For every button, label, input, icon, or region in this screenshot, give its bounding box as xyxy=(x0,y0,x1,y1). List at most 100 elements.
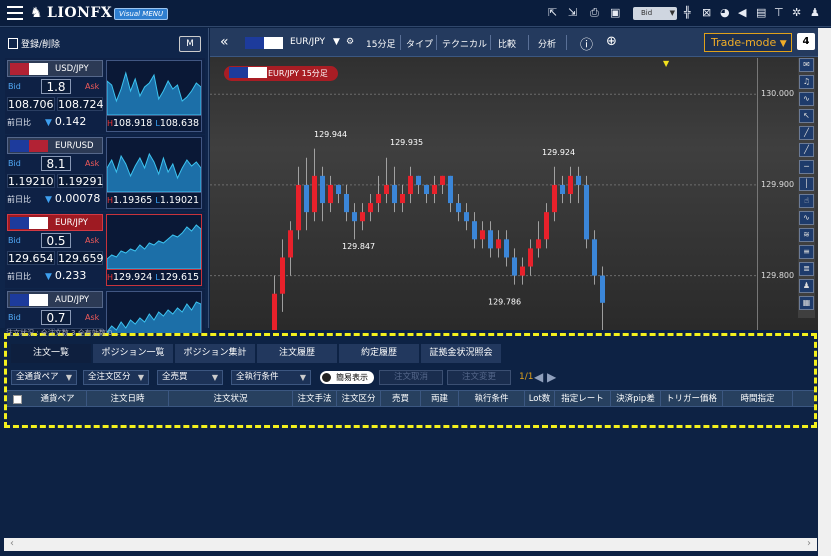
column-header[interactable]: 両建 xyxy=(421,391,459,407)
orders-tab[interactable]: 証拠金状況照会 xyxy=(421,344,501,363)
draw-tool-icon[interactable]: ∿ xyxy=(799,92,814,106)
chart-count-button[interactable]: 4 xyxy=(797,33,815,50)
column-header[interactable]: 注文状況 xyxy=(169,391,293,407)
target-icon[interactable]: ⊕ xyxy=(606,34,617,49)
bid-price-button[interactable]: 1.19210 xyxy=(7,174,55,188)
simple-view-toggle[interactable]: 簡易表示 xyxy=(320,371,374,384)
next-page-icon[interactable]: ▶ xyxy=(547,370,559,385)
gear-icon[interactable]: ✲ xyxy=(792,7,801,19)
draw-tool-icon[interactable]: ♫ xyxy=(799,75,814,89)
rate-card[interactable]: EUR/USD Bid Ask 8.1 1.192101.19291 前日比 0.00078… xyxy=(5,135,205,211)
column-header[interactable]: 決済pip差 xyxy=(611,391,661,407)
chart-type-button[interactable]: タイプ xyxy=(406,37,433,50)
draw-tool-icon[interactable]: ≡ xyxy=(799,245,814,259)
draw-tool-icon[interactable]: │ xyxy=(799,177,814,191)
horizontal-scrollbar[interactable]: ‹ › xyxy=(4,538,817,551)
chart-pie-icon[interactable]: ◕ xyxy=(720,7,730,19)
alert-icon[interactable]: ◀ xyxy=(738,7,746,19)
collapse-left-icon[interactable]: « xyxy=(220,34,229,50)
period-select[interactable]: 15分足 xyxy=(366,37,395,50)
draw-tool-icon[interactable]: ≋ xyxy=(799,228,814,242)
draw-tool-icon[interactable]: ≣ xyxy=(799,262,814,276)
pair-header[interactable]: EUR/JPY xyxy=(7,214,103,231)
cancel-order-button[interactable]: 注文取消 xyxy=(379,370,443,385)
column-header[interactable]: 注文区分 xyxy=(337,391,381,407)
ask-price-button[interactable]: 1.19291 xyxy=(57,174,104,188)
draw-tool-icon[interactable]: ╱ xyxy=(799,143,814,157)
m-button[interactable]: M xyxy=(179,36,201,52)
save-icon[interactable]: ▣ xyxy=(610,7,620,19)
orders-tab[interactable]: ポジション集計 xyxy=(175,344,255,363)
user-icon[interactable]: ♟ xyxy=(810,7,820,19)
register-delete-button[interactable]: 登録/削除 xyxy=(8,37,60,50)
print-icon[interactable]: ⎙ xyxy=(590,7,599,19)
candlestick-chart[interactable]: 129.944129.935129.924129.847129.786129.7… xyxy=(210,58,757,330)
column-header[interactable]: トリガー価格 xyxy=(661,391,723,407)
share-icon[interactable]: ⇲ xyxy=(568,7,577,19)
bid-price-button[interactable]: 108.706 xyxy=(7,97,55,111)
order-type-filter[interactable]: 全注文区分 xyxy=(83,370,149,385)
candle-body xyxy=(536,239,541,249)
column-header[interactable]: 時間指定 xyxy=(723,391,793,407)
column-header[interactable]: 注文手法 xyxy=(293,391,337,407)
select-all-checkbox[interactable] xyxy=(13,395,22,404)
draw-tool-icon[interactable]: ╱ xyxy=(799,126,814,140)
analysis-button[interactable]: 分析 xyxy=(538,37,556,50)
chart-area[interactable]: « EUR/JPY ▼ ⚙ 15分足 タイプ テクニカル 比較 分析 ⓘ ⊕ T… xyxy=(210,28,831,330)
change-order-button[interactable]: 注文変更 xyxy=(447,370,511,385)
ask-price-button[interactable]: 129.659 xyxy=(57,251,104,265)
column-header[interactable]: 売買 xyxy=(381,391,421,407)
column-header[interactable]: Lot数 xyxy=(525,391,555,407)
pair-header[interactable]: EUR/USD xyxy=(7,137,103,154)
column-header[interactable]: 指定レート xyxy=(555,391,611,407)
orders-tab[interactable]: ポジション一覧 xyxy=(93,344,173,363)
speed-order-icon[interactable]: ╬ xyxy=(684,7,691,19)
column-header[interactable]: 執行条件 xyxy=(459,391,525,407)
orders-tab[interactable]: 注文一覧 xyxy=(11,344,91,363)
mini-chart[interactable] xyxy=(106,137,202,193)
mini-chart[interactable] xyxy=(106,60,202,116)
column-header[interactable]: 通貨ペア xyxy=(29,391,87,407)
rate-card[interactable]: USD/JPY Bid Ask 1.8 108.706108.724 前日比 0.142 H… xyxy=(5,58,205,134)
vertical-scrollbar[interactable] xyxy=(818,28,831,556)
export-icon[interactable]: ⇱ xyxy=(548,7,557,19)
ask-price-button[interactable]: 108.724 xyxy=(57,97,104,111)
draw-tool-icon[interactable]: ↖ xyxy=(799,109,814,123)
hamburger-menu-icon[interactable] xyxy=(7,6,23,20)
draw-tool-icon[interactable]: ─ xyxy=(799,160,814,174)
pair-header[interactable]: AUD/JPY xyxy=(7,291,103,308)
execution-filter[interactable]: 全執行条件 xyxy=(231,370,311,385)
technical-button[interactable]: テクニカル xyxy=(442,37,487,50)
pair-filter[interactable]: 全通貨ペア xyxy=(11,370,77,385)
compare-button[interactable]: 比較 xyxy=(498,37,516,50)
draw-tool-icon[interactable]: ∿ xyxy=(799,211,814,225)
sparkline-area xyxy=(106,224,202,270)
draw-tool-icon[interactable]: ☝ xyxy=(799,194,814,208)
news-icon[interactable]: ▤ xyxy=(756,7,766,19)
pair-header[interactable]: USD/JPY xyxy=(7,60,103,77)
time-marker-icon[interactable]: ▼ xyxy=(663,59,670,68)
column-header[interactable]: 注文日時 xyxy=(87,391,169,407)
candle-body xyxy=(376,194,381,204)
info-icon[interactable]: ⓘ xyxy=(580,34,593,53)
rate-card[interactable]: EUR/JPY Bid Ask 0.5 129.654129.659 前日比 0.233 H… xyxy=(5,212,205,288)
pair-dropdown-icon[interactable]: ▼ xyxy=(333,37,340,47)
orders-tab[interactable]: 約定履歴 xyxy=(339,344,419,363)
draw-tool-icon[interactable]: ▦ xyxy=(799,296,814,310)
rate-type-select[interactable]: Bid xyxy=(633,7,677,20)
scroll-right-icon[interactable]: › xyxy=(807,538,811,549)
orders-tab[interactable]: 注文履歴 xyxy=(257,344,337,363)
visual-menu-button[interactable]: Visual MENU xyxy=(114,8,169,20)
bid-price-button[interactable]: 129.654 xyxy=(7,251,55,265)
prev-page-icon[interactable]: ◀ xyxy=(534,370,546,385)
scroll-left-icon[interactable]: ‹ xyxy=(10,538,14,549)
drawing-tools: ✉ ♫ ∿ ↖ ╱ ╱ ─ │ ☝ ∿ ≋ ≡ ≣ ♟ ▦ xyxy=(798,58,815,318)
chart-pair-select[interactable]: EUR/JPY xyxy=(290,37,325,47)
draw-tool-icon[interactable]: ✉ xyxy=(799,58,814,72)
tools-icon[interactable]: ⊤ xyxy=(774,7,784,19)
trade-mode-select[interactable]: Trade-mode ▼ xyxy=(704,33,792,52)
side-filter[interactable]: 全売買 xyxy=(157,370,223,385)
draw-tool-icon[interactable]: ♟ xyxy=(799,279,814,293)
mini-chart[interactable] xyxy=(106,214,202,270)
trade-icon[interactable]: ⊠ xyxy=(702,7,711,19)
